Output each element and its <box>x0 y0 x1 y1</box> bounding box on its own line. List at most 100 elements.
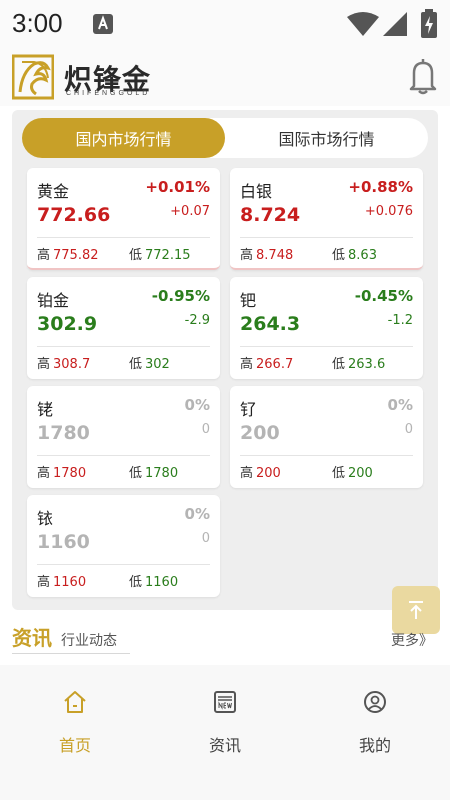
high-value: 266.7 <box>256 357 294 372</box>
metal-name: 铂金 <box>37 291 70 310</box>
high-label: 高 <box>37 466 51 481</box>
brand-logo: 炽锋金 CHIFENGGOLD <box>11 54 162 100</box>
change-amount: 0 <box>201 531 210 546</box>
metal-name: 铑 <box>37 400 54 419</box>
quote-card[interactable]: 铑 0% 1780 0 高 1780 低 1780 <box>27 386 220 488</box>
current-price: 1160 <box>37 531 90 553</box>
arrow-up-to-top-icon <box>409 601 423 619</box>
low-price: 低 772.15 <box>129 244 191 263</box>
change-percent: 0% <box>184 396 210 414</box>
low-price: 低 200 <box>332 462 373 481</box>
quote-card[interactable]: 铱 0% 1160 0 高 1160 低 1160 <box>27 495 220 597</box>
metal-name: 黄金 <box>37 182 70 201</box>
metal-name: 白银 <box>240 182 273 201</box>
quote-card[interactable]: 钌 0% 200 0 高 200 低 200 <box>230 386 423 488</box>
news-more-link[interactable]: 更多》 <box>391 630 433 650</box>
high-price: 高 200 <box>240 462 281 481</box>
high-value: 200 <box>256 466 281 481</box>
low-price: 低 302 <box>129 353 170 372</box>
profile-icon <box>364 691 386 713</box>
low-price: 低 1160 <box>129 571 178 590</box>
high-price: 高 308.7 <box>37 353 90 372</box>
metal-name: 铱 <box>37 509 54 528</box>
status-time: 3:00 <box>12 8 63 38</box>
tab-domestic-market[interactable]: 国内市场行情 <box>22 118 225 158</box>
high-label: 高 <box>240 248 254 263</box>
news-section-title: 资讯 <box>12 626 52 650</box>
change-percent: -0.45% <box>354 287 413 305</box>
news-section-underline <box>12 653 130 654</box>
high-label: 高 <box>37 575 51 590</box>
nav-profile-label: 我的 <box>358 736 391 755</box>
news-section-subtitle: 行业动态 <box>61 633 117 649</box>
quote-card[interactable]: 白银 +0.88% 8.724 +0.076 高 8.748 低 8.63 <box>230 168 423 270</box>
bell-icon[interactable] <box>406 56 440 96</box>
low-value: 200 <box>348 466 373 481</box>
app-header: 炽锋金 CHIFENGGOLD <box>0 48 450 106</box>
high-price: 高 8.748 <box>240 244 293 263</box>
tab-international-market[interactable]: 国际市场行情 <box>225 118 428 158</box>
nav-home[interactable]: 首页 <box>0 665 150 765</box>
low-label: 低 <box>332 357 346 372</box>
low-value: 302 <box>145 357 170 372</box>
change-percent: -0.95% <box>151 287 210 305</box>
divider <box>240 455 413 456</box>
low-label: 低 <box>129 575 143 590</box>
high-label: 高 <box>240 466 254 481</box>
low-label: 低 <box>129 466 143 481</box>
back-to-top-button[interactable] <box>392 586 440 634</box>
market-tabs: 国内市场行情 国际市场行情 <box>22 118 428 158</box>
high-price: 高 775.82 <box>37 244 99 263</box>
low-value: 8.63 <box>348 248 377 263</box>
change-percent: 0% <box>387 396 413 414</box>
high-price: 高 1160 <box>37 571 86 590</box>
current-price: 8.724 <box>240 204 301 226</box>
low-price: 低 1780 <box>129 462 178 481</box>
wifi-icon <box>347 12 379 36</box>
bottom-nav: 首页 资讯 我的 <box>0 665 450 800</box>
change-amount: +0.076 <box>364 204 413 219</box>
high-value: 308.7 <box>53 357 91 372</box>
low-value: 772.15 <box>145 248 191 263</box>
divider <box>240 346 413 347</box>
high-value: 8.748 <box>256 248 294 263</box>
low-value: 263.6 <box>348 357 386 372</box>
low-label: 低 <box>332 466 346 481</box>
change-amount: 0 <box>201 422 210 437</box>
change-amount: 0 <box>404 422 413 437</box>
nav-news[interactable]: 资讯 <box>150 665 300 765</box>
quote-card[interactable]: 钯 -0.45% 264.3 -1.2 高 266.7 低 263.6 <box>230 277 423 379</box>
high-label: 高 <box>37 357 51 372</box>
current-price: 200 <box>240 422 280 444</box>
current-price: 264.3 <box>240 313 301 335</box>
change-percent: +0.01% <box>145 178 210 196</box>
nav-news-label: 资讯 <box>208 736 241 755</box>
high-price: 高 266.7 <box>240 353 293 372</box>
divider <box>37 455 210 456</box>
low-label: 低 <box>332 248 346 263</box>
signal-icon <box>383 12 407 36</box>
change-amount: -2.9 <box>184 313 210 328</box>
high-value: 1780 <box>53 466 87 481</box>
current-price: 302.9 <box>37 313 98 335</box>
high-label: 高 <box>37 248 51 263</box>
metal-name: 钌 <box>240 400 257 419</box>
low-price: 低 8.63 <box>332 244 377 263</box>
high-value: 775.82 <box>53 248 99 263</box>
divider <box>240 237 413 238</box>
divider <box>37 346 210 347</box>
high-value: 1160 <box>53 575 87 590</box>
divider <box>37 564 210 565</box>
quote-card[interactable]: 铂金 -0.95% 302.9 -2.9 高 308.7 低 302 <box>27 277 220 379</box>
high-label: 高 <box>240 357 254 372</box>
change-percent: +0.88% <box>348 178 413 196</box>
nav-profile[interactable]: 我的 <box>300 665 450 765</box>
brand-subtitle: CHIFENGGOLD <box>66 90 151 97</box>
phoenix-logo-icon <box>11 54 55 100</box>
current-price: 1780 <box>37 422 90 444</box>
low-value: 1780 <box>145 466 179 481</box>
status-bar: 3:00 <box>0 0 450 48</box>
change-amount: -1.2 <box>387 313 413 328</box>
low-value: 1160 <box>145 575 179 590</box>
quote-card[interactable]: 黄金 +0.01% 772.66 +0.07 高 775.82 低 772.15 <box>27 168 220 270</box>
